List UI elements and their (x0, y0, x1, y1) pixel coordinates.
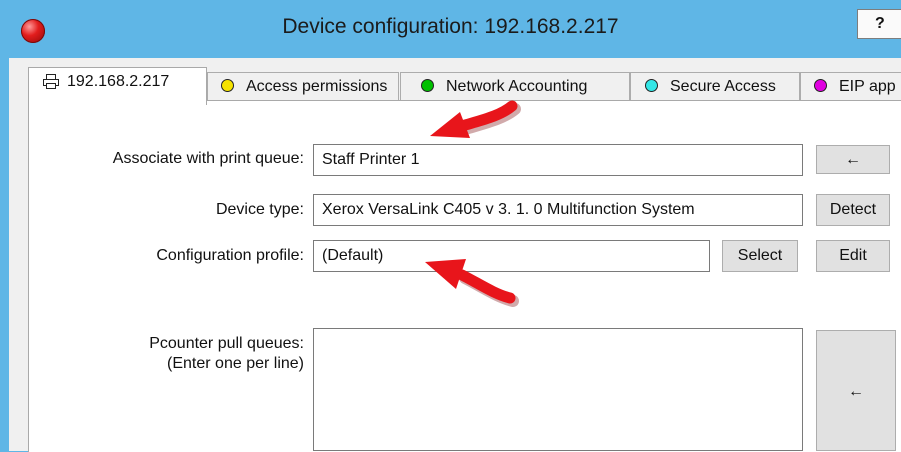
device-type-label: Device type: (215, 201, 304, 218)
print-queue-label: Associate with print queue: (112, 150, 304, 167)
pull-queues-textarea[interactable] (313, 328, 803, 451)
tab-secure-access[interactable]: Secure Access (630, 72, 800, 102)
magenta-dot-icon (814, 79, 827, 92)
window-title: Device configuration: 192.168.2.217 (282, 15, 619, 38)
cyan-dot-icon (645, 79, 658, 92)
tab-access-permissions[interactable]: Access permissions (207, 72, 399, 102)
print-queue-field[interactable]: Staff Printer 1 (313, 144, 803, 176)
tab-network-accounting[interactable]: Network Accounting (400, 72, 630, 102)
yellow-dot-icon (221, 79, 234, 92)
device-type-field[interactable]: Xerox VersaLink C405 v 3. 1. 0 Multifunc… (313, 194, 803, 226)
left-arrow-icon: ← (845, 151, 861, 168)
left-arrow-icon: ← (848, 383, 864, 400)
detect-button[interactable]: Detect (816, 194, 890, 226)
tab-device[interactable]: 192.168.2.217 (28, 67, 207, 105)
edit-profile-button[interactable]: Edit (816, 240, 890, 272)
tab-eip-apps[interactable]: EIP app (800, 72, 901, 102)
dialog-body: 192.168.2.217 Access permissions Network… (9, 58, 901, 452)
pull-queues-label: Pcounter pull queues: (149, 335, 304, 352)
tab-label: 192.168.2.217 (67, 73, 170, 90)
select-profile-button[interactable]: Select (722, 240, 798, 272)
tab-label: Secure Access (670, 78, 776, 95)
green-dot-icon (421, 79, 434, 92)
config-profile-field[interactable]: (Default) (313, 240, 710, 272)
title-bar: Device configuration: 192.168.2.217 ? (0, 0, 901, 58)
tab-label: Network Accounting (446, 78, 588, 95)
associate-queue-button[interactable]: ← (816, 145, 890, 174)
pull-queues-hint: (Enter one per line) (167, 355, 304, 372)
config-profile-label: Configuration profile: (156, 247, 304, 264)
help-button[interactable]: ? (857, 9, 901, 39)
tab-label: Access permissions (246, 78, 388, 95)
tab-label: EIP app (839, 78, 896, 95)
printer-icon (43, 74, 59, 89)
add-pull-queue-button[interactable]: ← (816, 330, 896, 451)
